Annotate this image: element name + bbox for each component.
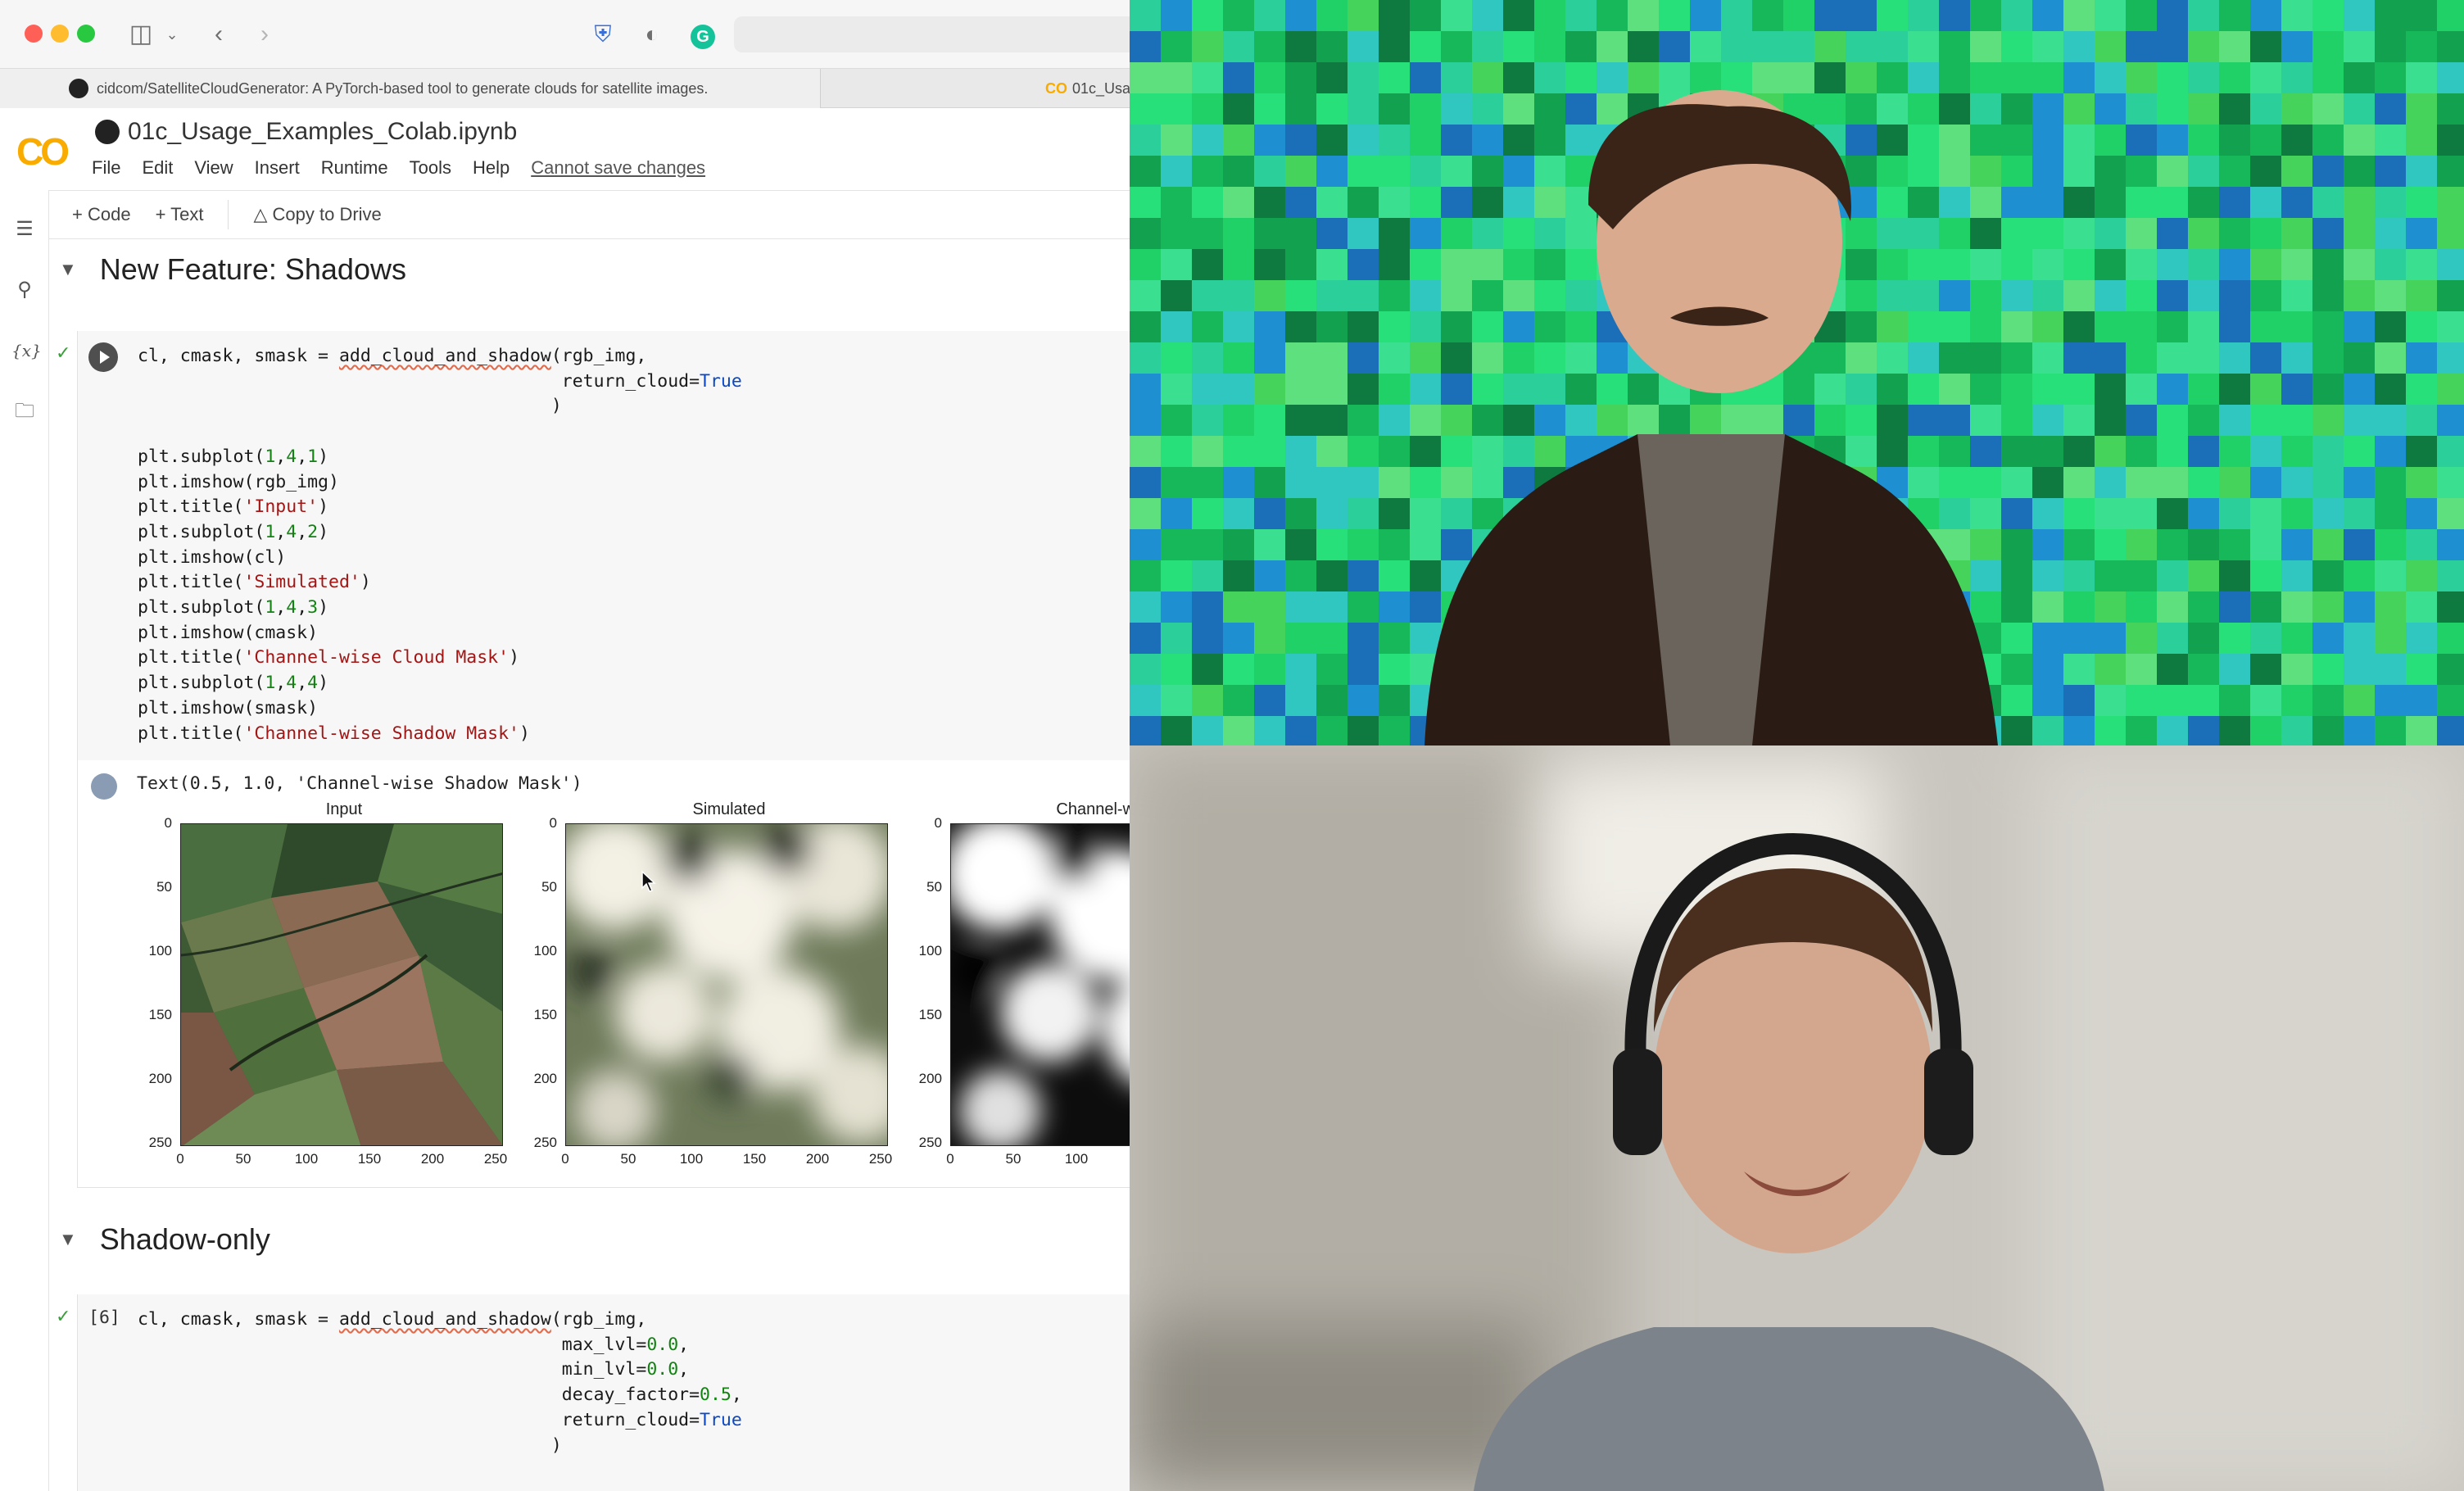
code-line: plt.imshow(rgb_img) [138, 471, 339, 492]
video-participant-1 [1130, 0, 2464, 746]
chevron-down-icon[interactable]: ⌄ [162, 18, 182, 51]
code-line: plt.imshow(cl) [138, 546, 287, 568]
close-window-button[interactable] [25, 25, 43, 43]
plot-input: Input 0 50 100 150 200 250 0 50 100 150 … [148, 800, 508, 1167]
menu-view[interactable]: View [194, 157, 233, 179]
code-line: cl, cmask, smask = add_cloud_and_shadow(… [138, 1309, 647, 1330]
github-icon [95, 120, 120, 144]
code-line: decay_factor=0.5, [138, 1384, 742, 1406]
plot-title: Simulated [692, 800, 766, 818]
code-line: return_cloud=True [138, 370, 742, 392]
notebook-title-wrap: 01c_Usage_Examples_Colab.ipynb [95, 118, 517, 146]
collapse-caret-icon[interactable]: ▼ [59, 259, 77, 280]
menu-bar: File Edit View Insert Runtime Tools Help… [92, 157, 705, 179]
table-of-contents-icon[interactable]: ☰ [11, 216, 38, 242]
maximize-window-button[interactable] [77, 25, 95, 43]
menu-insert[interactable]: Insert [255, 157, 300, 179]
tab-colab[interactable]: CO 01c_Usa [1045, 69, 1130, 108]
code-line: plt.subplot(1,4,1) [138, 446, 329, 467]
address-bar[interactable] [734, 16, 1130, 52]
code-editor[interactable]: cl, cmask, smask = add_cloud_and_shadow(… [138, 1307, 742, 1458]
code-line: plt.imshow(smask) [138, 697, 319, 718]
copy-to-drive-button[interactable]: △ Copy to Drive [253, 204, 381, 225]
execution-count: [6] [88, 1307, 120, 1328]
shield-icon[interactable]: ⛨ [587, 18, 619, 51]
code-line: plt.title('Input') [138, 496, 329, 518]
code-line: plt.subplot(1,4,2) [138, 521, 329, 542]
collapse-caret-icon[interactable]: ▼ [59, 1229, 77, 1250]
back-icon[interactable]: ‹ [206, 18, 231, 51]
mouse-cursor-icon [641, 870, 656, 892]
notebook-title[interactable]: 01c_Usage_Examples_Colab.ipynb [128, 118, 517, 146]
simulated-cloud-image [565, 823, 888, 1146]
browser-toolbar: ◫ ⌄ ‹ › ⛨ ◐ G [0, 0, 1130, 69]
output-avatar-icon[interactable] [91, 773, 117, 800]
person-2-scene [1130, 746, 2464, 1491]
colab-logo[interactable]: CO [16, 129, 70, 174]
drive-icon: △ [253, 204, 273, 224]
run-cell-button[interactable] [88, 342, 118, 372]
add-code-button[interactable]: + Code [72, 204, 131, 225]
code-line: ) [138, 1434, 562, 1456]
video-participant-2 [1130, 746, 2464, 1491]
menu-file[interactable]: File [92, 157, 120, 179]
grammarly-icon[interactable]: G [686, 18, 719, 51]
toolbar-divider [228, 200, 229, 229]
plot-title: Channel-wise C [1056, 800, 1130, 818]
colab-icon: CO [1045, 79, 1067, 97]
code-line: plt.title('Channel-wise Cloud Mask') [138, 647, 520, 668]
plot-title: Input [325, 800, 363, 818]
plot-simulated: Simulated 0 50 100 150 200 250 0 50 100 … [534, 800, 893, 1167]
tab-github[interactable]: cidcom/SatelliteCloudGenerator: A PyTorc… [0, 69, 821, 108]
menu-runtime[interactable]: Runtime [321, 157, 388, 179]
code-line: plt.imshow(cmask) [138, 622, 319, 643]
cannot-save-link[interactable]: Cannot save changes [531, 157, 705, 179]
github-icon [69, 79, 88, 98]
satellite-input-image [180, 823, 503, 1146]
code-line: return_cloud=True [138, 1409, 742, 1430]
output-text: Text(0.5, 1.0, 'Channel-wise Shadow Mask… [137, 773, 582, 794]
tab-strip: cidcom/SatelliteCloudGenerator: A PyTorc… [0, 69, 1130, 108]
code-line: ) [138, 396, 562, 417]
code-line: plt.subplot(1,4,4) [138, 673, 329, 694]
menu-tools[interactable]: Tools [410, 157, 451, 179]
code-line: cl, cmask, smask = add_cloud_and_shadow(… [138, 346, 647, 366]
person-1-silhouette [1424, 90, 1998, 746]
minimize-window-button[interactable] [51, 25, 69, 43]
code-line: plt.subplot(1,4,3) [138, 597, 329, 619]
browser-window: ◫ ⌄ ‹ › ⛨ ◐ G cidcom/SatelliteCloudGener… [0, 0, 1130, 1491]
executed-check-icon: ✓ [56, 342, 71, 363]
section-shadow-only[interactable]: ▼ Shadow-only [49, 1222, 270, 1257]
code-line: min_lvl=0.0, [138, 1359, 690, 1380]
add-text-button[interactable]: + Text [156, 204, 204, 225]
colab-header: CO 01c_Usage_Examples_Colab.ipynb File E… [0, 108, 1130, 190]
code-line: plt.title('Channel-wise Shadow Mask') [138, 723, 530, 744]
code-line: plt.title('Simulated') [138, 572, 371, 593]
section-new-feature-shadows[interactable]: ▼ New Feature: Shadows [49, 252, 406, 287]
privacy-icon[interactable]: ◐ [636, 18, 668, 51]
plot-cloud-mask: Channel-wise C 0 50 100 150 [919, 800, 1130, 1167]
search-icon[interactable]: ⚲ [11, 277, 38, 303]
cell-toolbar: + Code + Text △ Copy to Drive [49, 190, 1130, 239]
code-line: max_lvl=0.0, [138, 1334, 690, 1355]
cloud-mask-image [950, 823, 1130, 1146]
folder-icon[interactable]: 🗀 [11, 398, 38, 424]
menu-edit[interactable]: Edit [142, 157, 173, 179]
variables-icon[interactable]: {x} [11, 338, 42, 364]
forward-icon[interactable]: › [252, 18, 277, 51]
left-rail: ☰ ⚲ {x} 🗀 [0, 190, 49, 1491]
sidebar-toggle-icon[interactable]: ◫ [125, 18, 157, 51]
executed-check-icon: ✓ [56, 1306, 71, 1326]
menu-help[interactable]: Help [473, 157, 510, 179]
code-editor[interactable]: cl, cmask, smask = add_cloud_and_shadow(… [138, 344, 742, 746]
